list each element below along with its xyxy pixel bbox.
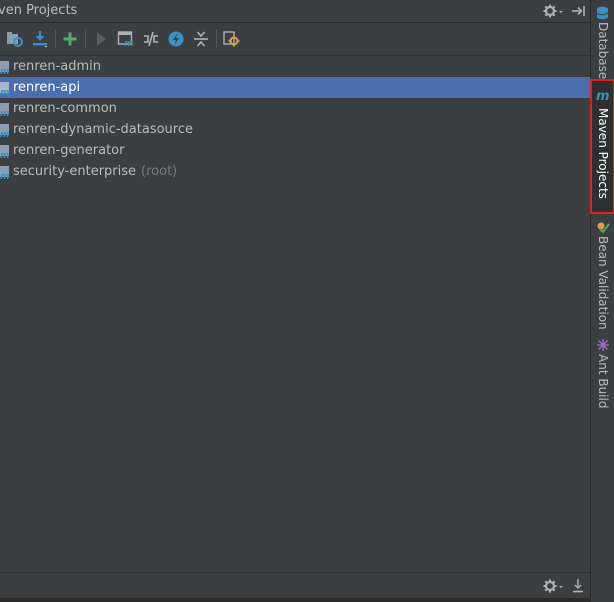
svg-text:m: m xyxy=(0,172,9,180)
toggle-offline-icon[interactable] xyxy=(142,30,160,48)
svg-text:m: m xyxy=(0,151,9,159)
maven-module-icon: m xyxy=(0,123,9,138)
side-tab-label: Database xyxy=(596,22,610,80)
side-tab-database[interactable]: Database xyxy=(591,0,614,80)
tree-item-label: renren-dynamic-datasource xyxy=(13,122,194,137)
svg-text:m: m xyxy=(0,130,9,138)
reimport-all-icon[interactable] xyxy=(6,30,24,48)
svg-text:m: m xyxy=(0,67,9,75)
tree-item-label: renren-api xyxy=(13,80,81,95)
maven-module-icon: m xyxy=(0,81,9,96)
run-build-icon[interactable] xyxy=(92,30,110,48)
skip-tests-icon[interactable] xyxy=(167,30,185,48)
panel-title: ven Projects xyxy=(0,3,78,18)
side-tab-bean-validation[interactable]: Bean Validation xyxy=(591,218,614,330)
svg-text:m: m xyxy=(124,39,133,48)
tree-item[interactable]: m renren-api xyxy=(0,77,590,98)
tree-item-label: renren-admin xyxy=(13,59,102,74)
maven-toolbar: m xyxy=(0,23,590,56)
right-tool-strip: Database m Maven Projects Bean Validatio… xyxy=(590,0,614,602)
side-tab-label: Bean Validation xyxy=(596,236,610,330)
maven-projects-panel: ven Projects m m renren-admin m renren-a… xyxy=(0,0,590,602)
tree-item[interactable]: m security-enterprise (root) xyxy=(0,161,590,182)
tree-item-label: security-enterprise xyxy=(13,164,137,179)
side-tab-label: Maven Projects xyxy=(596,108,610,199)
tree-item-label: renren-generator xyxy=(13,143,125,158)
panel-bottom-bar xyxy=(0,572,590,599)
side-tab-maven-projects[interactable]: m Maven Projects xyxy=(590,79,614,214)
maven-module-icon: m xyxy=(0,165,9,180)
database-icon xyxy=(596,6,609,20)
svg-text:m: m xyxy=(596,89,610,102)
panel-title-bar: ven Projects xyxy=(0,0,590,23)
root-marker: (root) xyxy=(141,164,178,179)
ant-icon xyxy=(597,339,609,351)
maven-module-icon: m xyxy=(0,144,9,159)
toolbar-separator xyxy=(55,30,56,48)
gear-icon[interactable] xyxy=(543,578,563,594)
tree-item[interactable]: m renren-dynamic-datasource xyxy=(0,119,590,140)
svg-text:m: m xyxy=(0,109,9,117)
minimize-icon[interactable] xyxy=(570,578,590,594)
bean-validation-icon xyxy=(597,222,610,234)
download-sources-icon[interactable] xyxy=(31,30,49,48)
maven-module-icon: m xyxy=(0,60,9,75)
status-strip xyxy=(0,598,614,602)
tree-item[interactable]: m renren-common xyxy=(0,98,590,119)
toolbar-separator xyxy=(216,30,217,48)
maven-icon: m xyxy=(596,89,610,102)
tree-item-label: renren-common xyxy=(13,101,117,116)
toolbar-separator xyxy=(85,30,86,48)
tree-item[interactable]: m renren-admin xyxy=(0,56,590,77)
gear-icon[interactable] xyxy=(543,3,563,19)
side-tab-label: Ant Build xyxy=(596,354,610,409)
add-maven-project-icon[interactable] xyxy=(61,30,79,48)
tree-item[interactable]: m renren-generator xyxy=(0,140,590,161)
maven-module-icon: m xyxy=(0,102,9,117)
hide-panel-icon[interactable] xyxy=(569,3,589,19)
side-tab-ant-build[interactable]: Ant Build xyxy=(591,336,614,412)
svg-text:m: m xyxy=(0,88,9,96)
collapse-all-icon[interactable] xyxy=(192,30,210,48)
execute-goal-icon[interactable]: m xyxy=(117,30,135,48)
settings-icon[interactable] xyxy=(222,30,240,48)
